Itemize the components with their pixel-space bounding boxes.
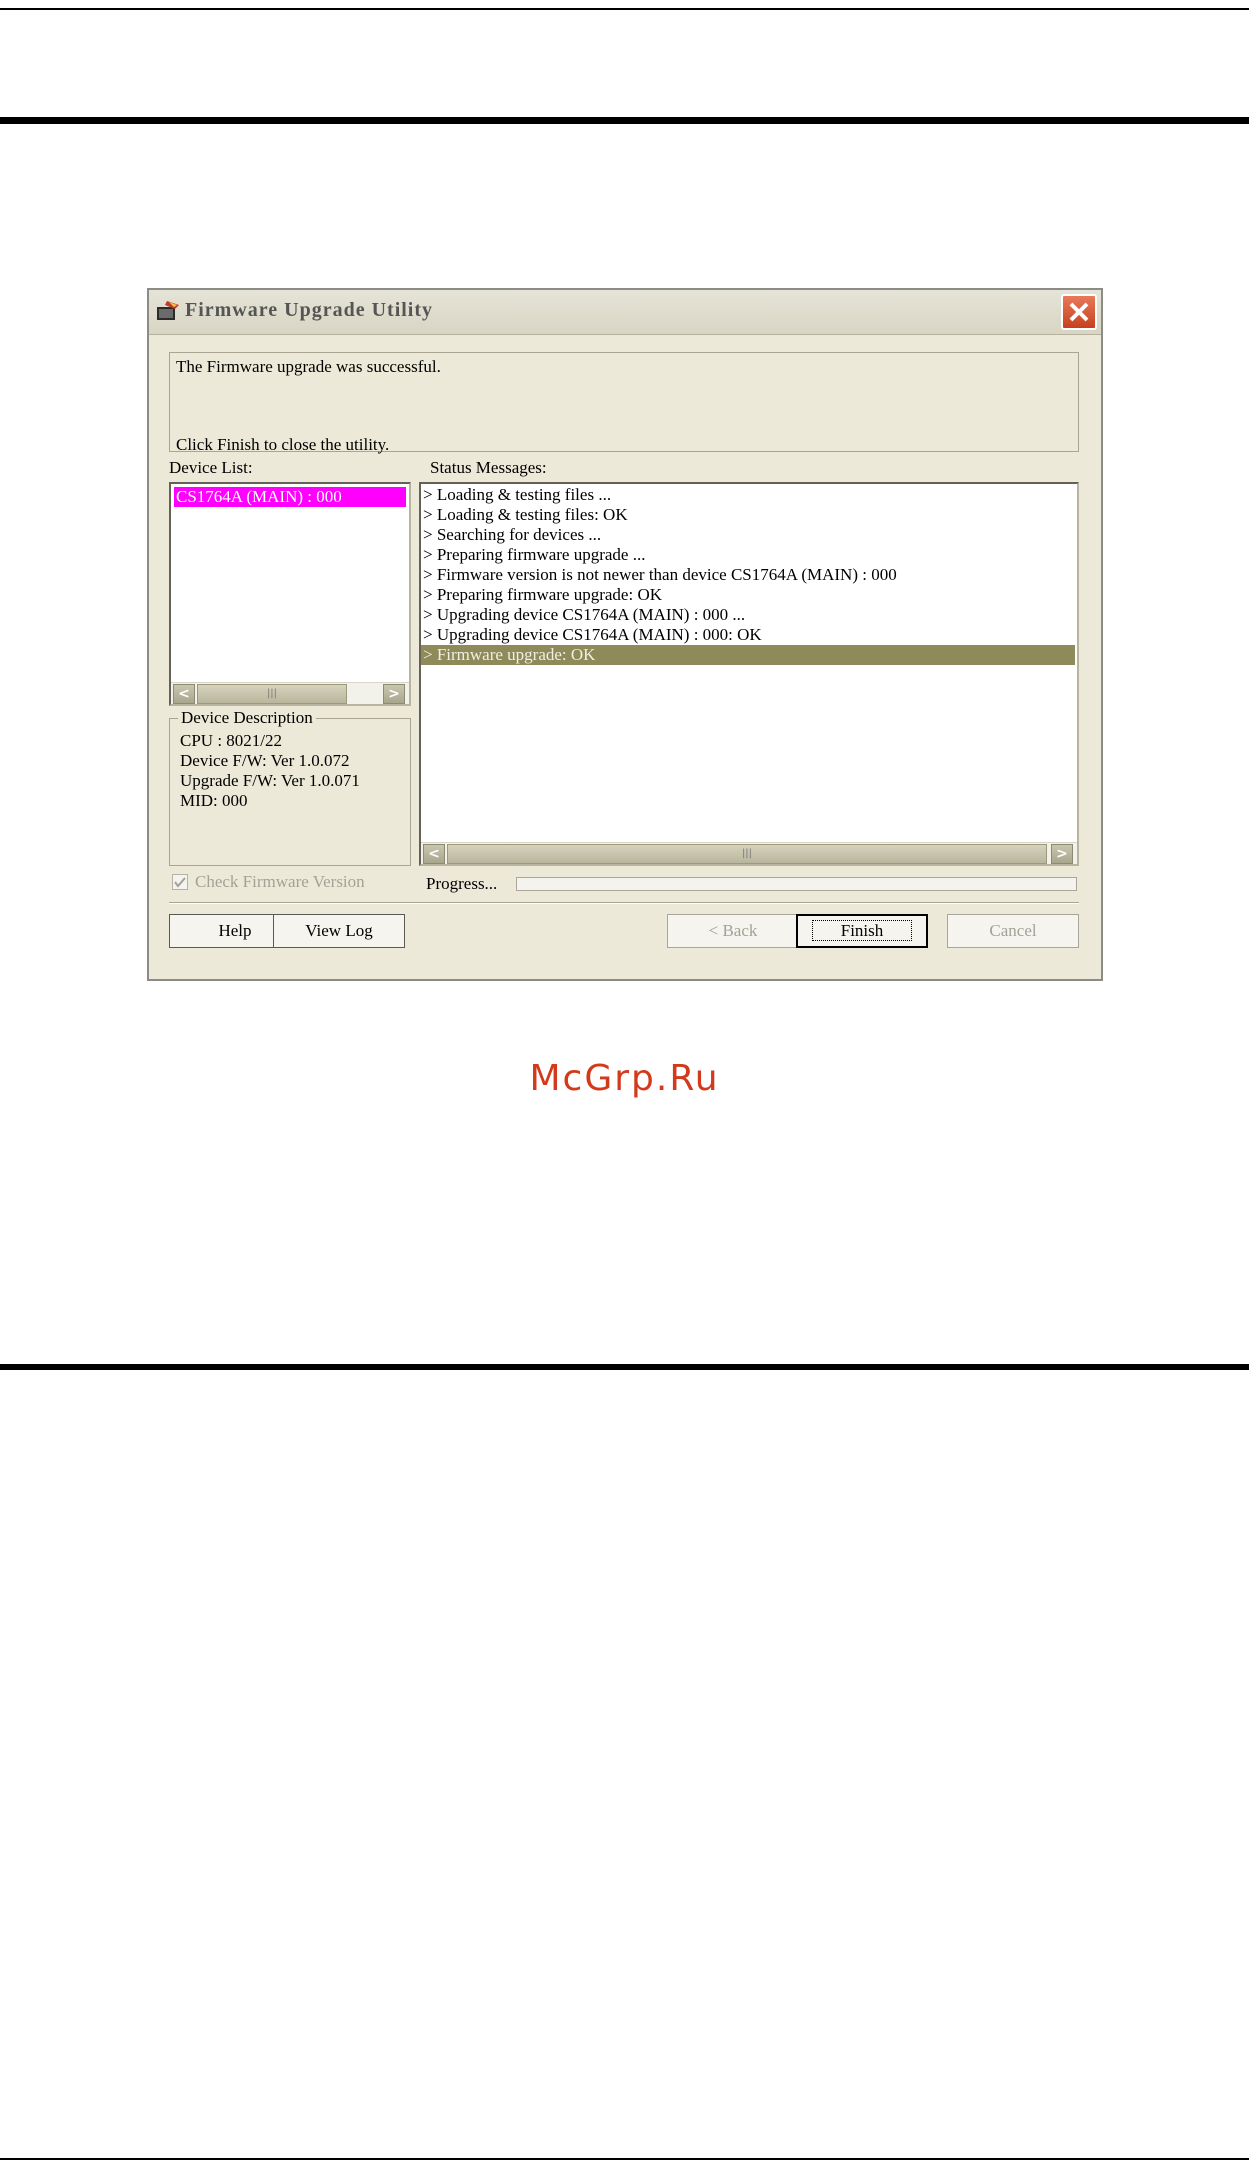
status-messages-list[interactable]: > Loading & testing files ... > Loading … <box>419 482 1079 866</box>
status-message: > Upgrading device CS1764A (MAIN) : 000 … <box>423 605 746 624</box>
device-description-legend: Device Description <box>178 708 316 728</box>
view-log-button[interactable]: View Log <box>273 914 405 948</box>
header-rule <box>0 117 1249 124</box>
finish-button-label: Finish <box>811 920 913 941</box>
message-panel: The Firmware upgrade was successful. Cli… <box>169 352 1079 454</box>
status-messages-label: Status Messages: <box>430 458 547 477</box>
bottom-thin-rule <box>0 2158 1249 2160</box>
scroll-right-button[interactable]: > <box>1051 844 1073 864</box>
scroll-right-button[interactable]: > <box>383 684 405 704</box>
check-firmware-label: Check Firmware Version <box>195 872 365 891</box>
cancel-button[interactable]: Cancel <box>947 914 1079 948</box>
app-icon <box>157 301 179 320</box>
scroll-thumb[interactable]: ||| <box>197 684 347 704</box>
checkmark-icon <box>174 877 186 888</box>
watermark: McGrp.Ru <box>529 1058 720 1099</box>
status-message: > Loading & testing files: OK <box>423 505 628 524</box>
status-scrollbar[interactable]: < ||| > <box>421 842 1077 864</box>
button-divider <box>169 902 1079 904</box>
top-thin-rule <box>0 8 1249 10</box>
progress-label: Progress... <box>426 874 498 893</box>
device-list[interactable]: CS1764A (MAIN) : 000 < ||| > <box>169 482 411 706</box>
scroll-left-button[interactable]: < <box>423 844 445 864</box>
status-message: > Preparing firmware upgrade: OK <box>423 585 663 604</box>
device-description-group: Device Description CPU : 8021/22 Device … <box>169 708 411 866</box>
scroll-thumb[interactable]: ||| <box>447 844 1047 864</box>
footer-rule <box>0 1364 1249 1370</box>
title-bar[interactable]: Firmware Upgrade Utility <box>149 290 1101 335</box>
device-list-item[interactable]: CS1764A (MAIN) : 000 <box>174 487 406 507</box>
window-title: Firmware Upgrade Utility <box>185 299 434 321</box>
firmware-upgrade-window: Firmware Upgrade Utility The Firmware up… <box>147 288 1103 981</box>
upgrade-fw-value: Upgrade F/W: Ver 1.0.071 <box>180 771 360 790</box>
progress-bar <box>516 877 1077 891</box>
status-message: > Loading & testing files ... <box>423 485 612 504</box>
close-button[interactable] <box>1061 294 1097 330</box>
device-list-label: Device List: <box>169 458 253 477</box>
status-message: > Upgrading device CS1764A (MAIN) : 000:… <box>423 625 762 644</box>
finish-button[interactable]: Finish <box>796 914 928 948</box>
mid-value: MID: 000 <box>180 791 248 810</box>
back-button[interactable]: < Back <box>667 914 799 948</box>
cpu-value: CPU : 8021/22 <box>180 731 283 750</box>
check-firmware-checkbox[interactable] <box>172 874 188 890</box>
status-message: > Searching for devices ... <box>423 525 602 544</box>
scroll-left-button[interactable]: < <box>173 684 195 704</box>
device-list-scrollbar[interactable]: < ||| > <box>171 682 409 704</box>
device-fw-value: Device F/W: Ver 1.0.072 <box>180 751 350 770</box>
status-message: > Preparing firmware upgrade ... <box>423 545 646 564</box>
success-message: The Firmware upgrade was successful. <box>176 357 441 376</box>
status-message-selected[interactable]: > Firmware upgrade: OK <box>421 645 1075 665</box>
status-message: > Firmware version is not newer than dev… <box>423 565 897 584</box>
close-icon <box>1069 302 1089 322</box>
finish-instruction: Click Finish to close the utility. <box>176 435 390 454</box>
